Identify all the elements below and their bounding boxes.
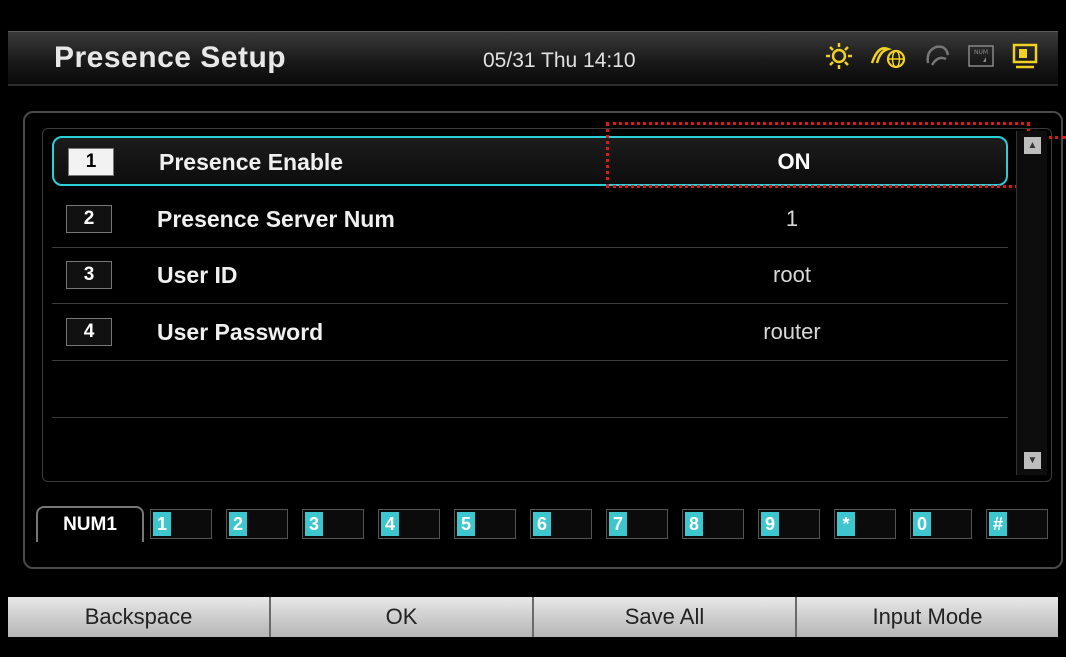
num-lock-icon: NUM bbox=[966, 42, 996, 75]
status-icons: NUM bbox=[824, 41, 1040, 76]
key-9[interactable]: 9 bbox=[758, 509, 820, 539]
scroll-down-icon[interactable]: ▼ bbox=[1024, 452, 1041, 469]
call-forward-icon bbox=[922, 41, 952, 76]
date-time: 05/31 Thu 14:10 bbox=[483, 49, 636, 72]
key-2[interactable]: 2 bbox=[226, 509, 288, 539]
key-3[interactable]: 3 bbox=[302, 509, 364, 539]
key-4[interactable]: 4 bbox=[378, 509, 440, 539]
presence-globe-icon bbox=[868, 41, 908, 76]
list-item-user-password[interactable]: 4 User Password router bbox=[52, 305, 1008, 361]
scrollbar[interactable]: ▲ ▼ bbox=[1016, 131, 1047, 475]
list-item-user-id[interactable]: 3 User ID root bbox=[52, 248, 1008, 304]
key-0[interactable]: 0 bbox=[910, 509, 972, 539]
item-label: User ID bbox=[157, 262, 238, 288]
title-bar: Presence Setup 05/31 Thu 14:10 NUM bbox=[8, 31, 1058, 86]
item-value[interactable]: router bbox=[642, 319, 942, 345]
backspace-button[interactable]: Backspace bbox=[8, 597, 271, 637]
scroll-up-icon[interactable]: ▲ bbox=[1024, 137, 1041, 154]
function-key-bar: Backspace OK Save All Input Mode bbox=[8, 597, 1058, 637]
item-label: Presence Server Num bbox=[157, 206, 395, 232]
brightness-icon bbox=[824, 41, 854, 76]
item-number: 1 bbox=[68, 148, 114, 176]
input-mode-tab[interactable]: NUM1 bbox=[36, 506, 144, 542]
save-all-button[interactable]: Save All bbox=[534, 597, 797, 637]
key-8[interactable]: 8 bbox=[682, 509, 744, 539]
list-item-presence-server-num[interactable]: 2 Presence Server Num 1 bbox=[52, 192, 1008, 248]
key-7[interactable]: 7 bbox=[606, 509, 668, 539]
key-5[interactable]: 5 bbox=[454, 509, 516, 539]
empty-row bbox=[52, 362, 1008, 418]
svg-text:NUM: NUM bbox=[974, 49, 988, 56]
key-hash[interactable]: # bbox=[986, 509, 1048, 539]
item-number: 2 bbox=[66, 205, 112, 233]
item-number: 3 bbox=[66, 261, 112, 289]
item-number: 4 bbox=[66, 318, 112, 346]
item-label: User Password bbox=[157, 319, 324, 345]
empty-row bbox=[52, 419, 1008, 475]
highlight-annotation bbox=[606, 122, 1030, 188]
ok-button[interactable]: OK bbox=[271, 597, 534, 637]
item-value[interactable]: 1 bbox=[642, 206, 942, 232]
input-mode-button[interactable]: Input Mode bbox=[797, 597, 1058, 637]
key-1[interactable]: 1 bbox=[150, 509, 212, 539]
page-title: Presence Setup bbox=[54, 41, 287, 74]
item-value[interactable]: root bbox=[642, 262, 942, 288]
item-label: Presence Enable bbox=[159, 149, 344, 175]
monitor-icon bbox=[1010, 41, 1040, 76]
key-6[interactable]: 6 bbox=[530, 509, 592, 539]
key-star[interactable]: * bbox=[834, 509, 896, 539]
